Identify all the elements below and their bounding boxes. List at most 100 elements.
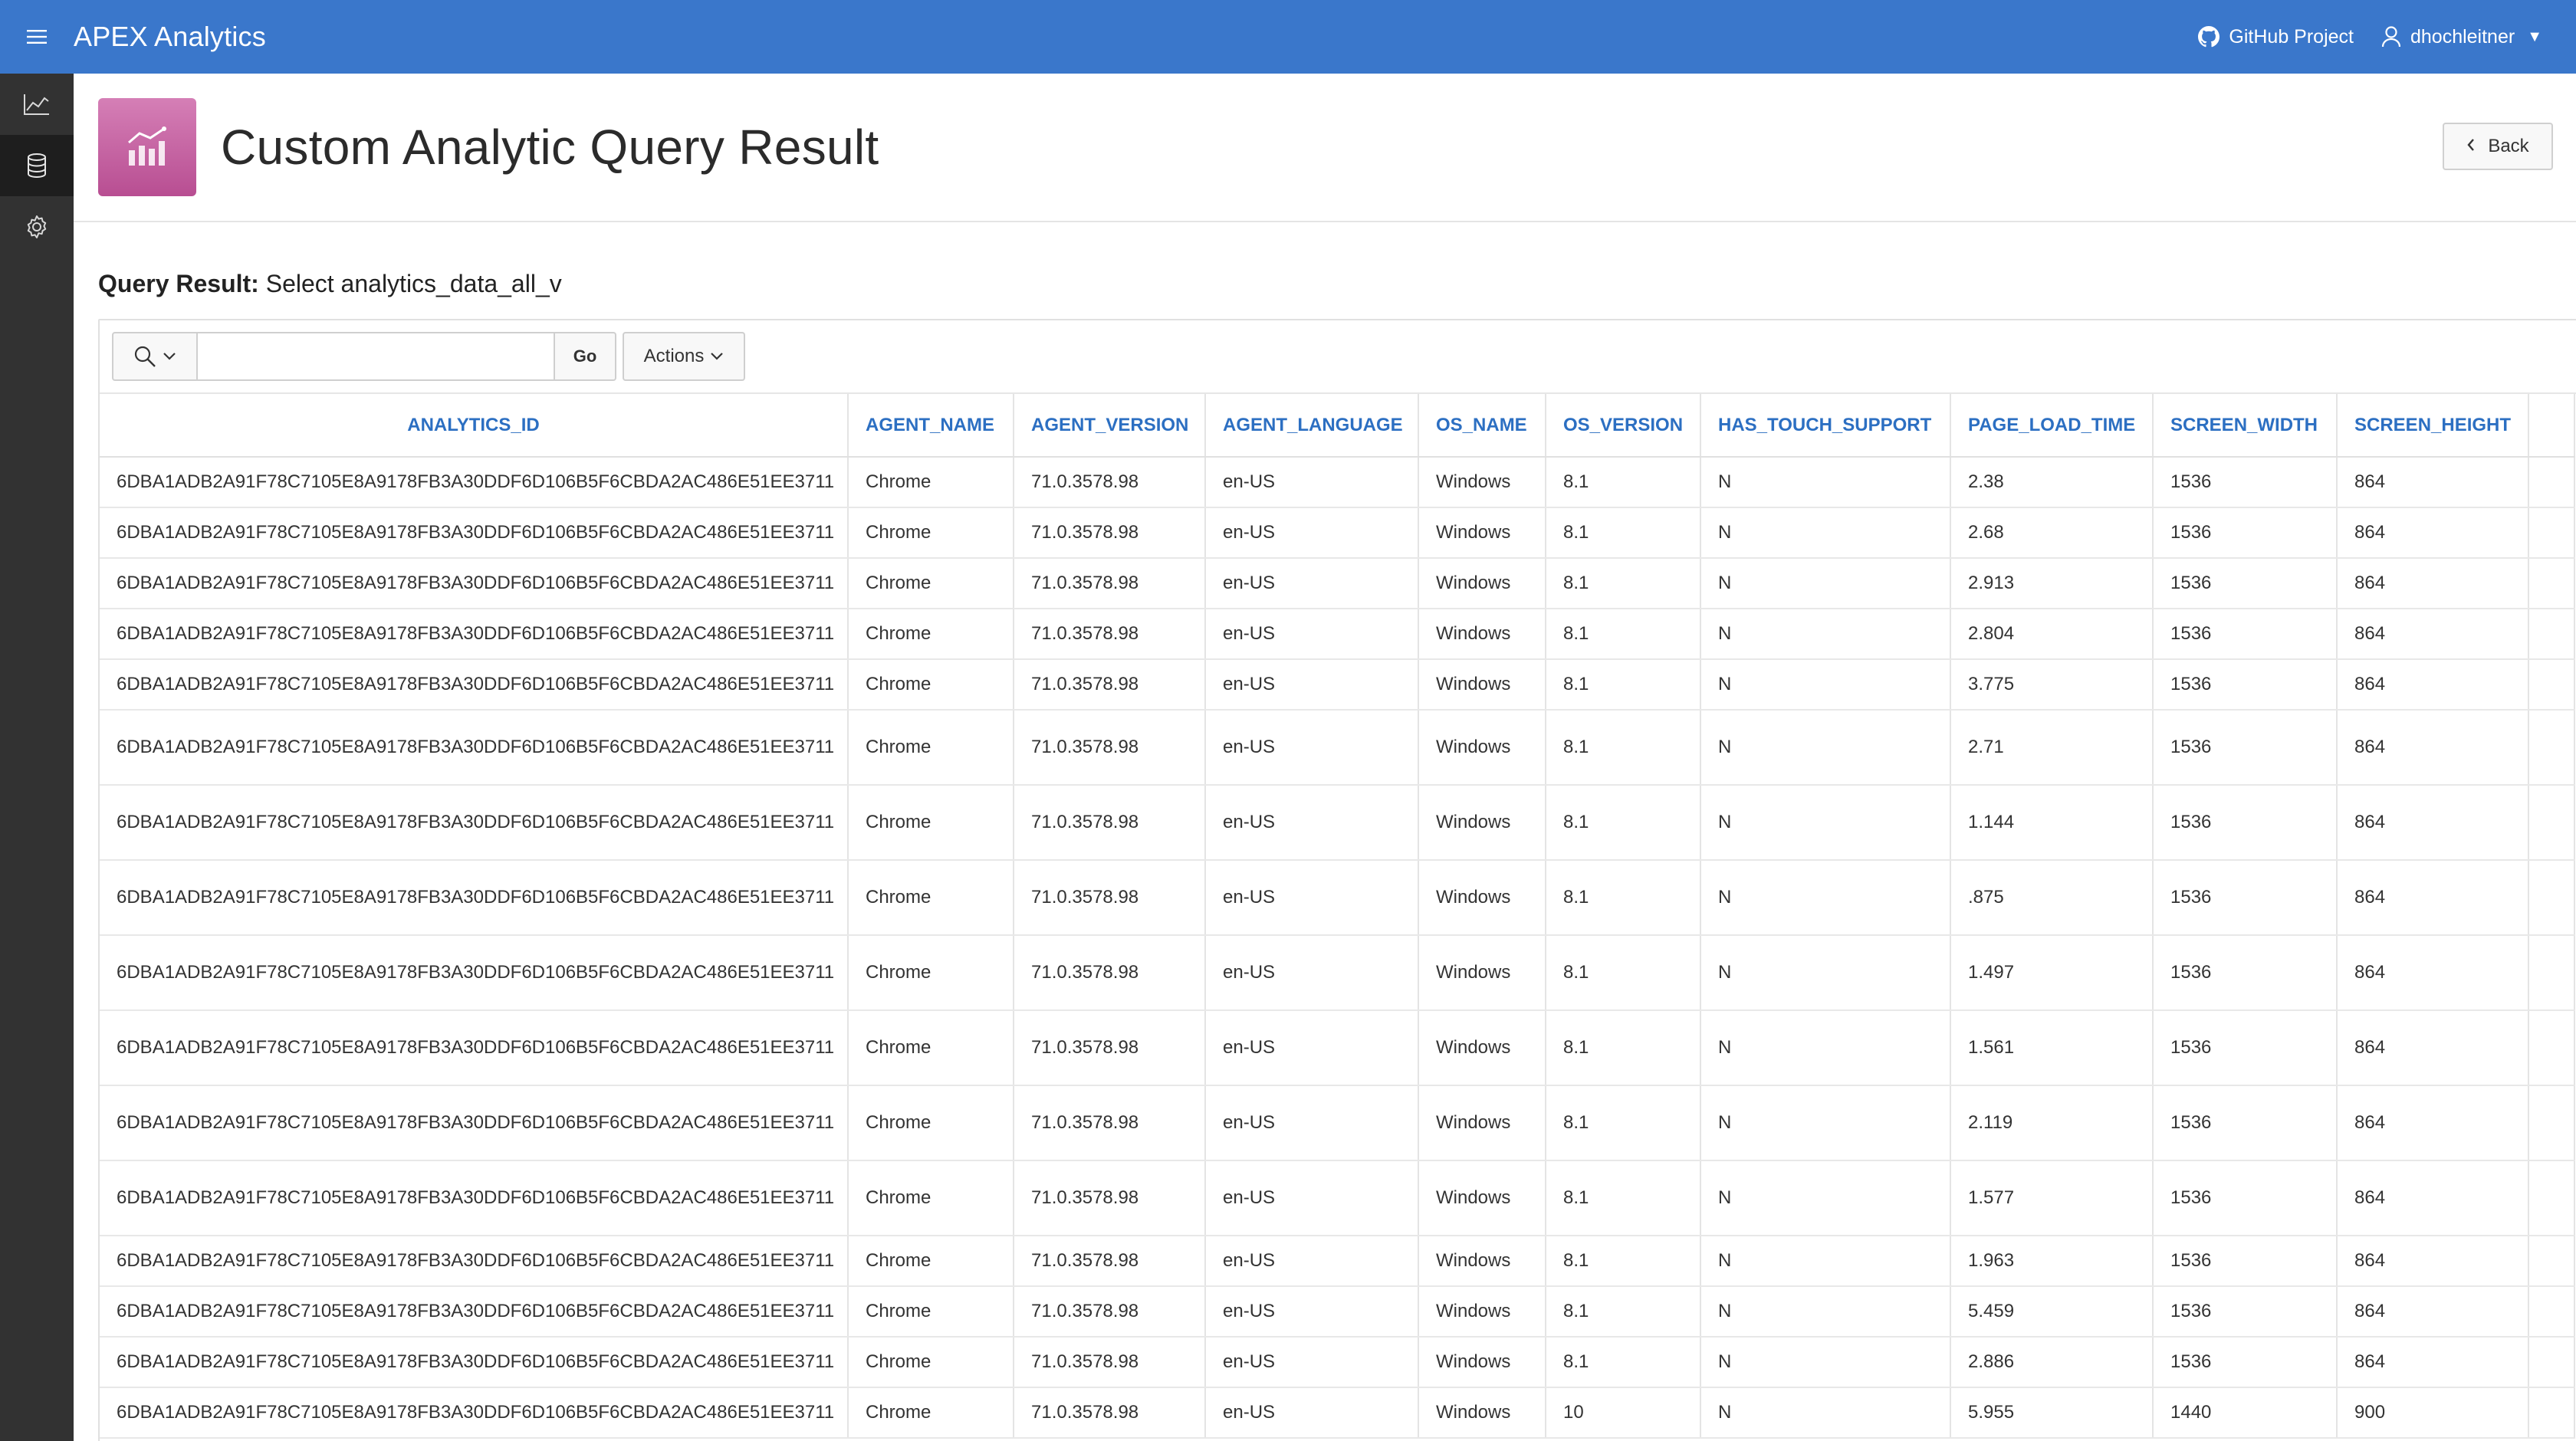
table-cell: 8.1 [1546, 935, 1701, 1011]
column-header[interactable]: OS_VERSION [1546, 394, 1701, 458]
column-header[interactable]: PAGE_LOAD_TIME [1950, 394, 2154, 458]
table-cell: 8.1 [1546, 659, 1701, 711]
table-cell: Chrome [848, 558, 1014, 609]
github-icon [2198, 26, 2220, 48]
table-cell: 864 [2337, 507, 2529, 559]
table-cell: 864 [2337, 1010, 2529, 1086]
table-cell: 2.913 [1950, 558, 2154, 609]
table-cell: en-US [1205, 1085, 1419, 1161]
column-header[interactable]: OS_NAME [1418, 394, 1546, 458]
table-cell: 71.0.3578.98 [1014, 659, 1206, 711]
table-cell: en-US [1205, 558, 1419, 609]
back-button-label: Back [2488, 136, 2529, 156]
table-cell: 864 [2337, 860, 2529, 936]
table-cell: Windows [1418, 609, 1546, 660]
table-cell: 1.963 [1950, 1236, 2154, 1287]
user-menu[interactable]: dhochleitner ▼ [2381, 26, 2542, 48]
table-cell-overflow [2528, 785, 2575, 861]
table-cell: 6DBA1ADB2A91F78C7105E8A9178FB3A30DDF6D10… [100, 1337, 849, 1388]
table-cell: Chrome [848, 785, 1014, 861]
column-header-overflow [2528, 394, 2575, 458]
table-cell: 71.0.3578.98 [1014, 1160, 1206, 1236]
table-cell: 71.0.3578.98 [1014, 457, 1206, 508]
app-title[interactable]: APEX Analytics [74, 21, 266, 53]
column-header[interactable]: ANALYTICS_ID [100, 394, 849, 458]
github-project-link[interactable]: GitHub Project [2198, 26, 2354, 48]
table-cell: 8.1 [1546, 1236, 1701, 1287]
table-cell: Windows [1418, 659, 1546, 711]
search-input[interactable] [198, 332, 555, 381]
table-cell: Windows [1418, 1236, 1546, 1287]
table-cell: 2.886 [1950, 1337, 2154, 1388]
table-cell: N [1700, 507, 1951, 559]
table-cell: 8.1 [1546, 609, 1701, 660]
search-icon [134, 346, 156, 367]
table-cell: en-US [1205, 935, 1419, 1011]
table-cell: 6DBA1ADB2A91F78C7105E8A9178FB3A30DDF6D10… [100, 935, 849, 1011]
table-cell: N [1700, 1286, 1951, 1338]
table-cell-overflow [2528, 1387, 2575, 1439]
region-title: Query Result: Select analytics_data_all_… [98, 270, 562, 298]
hamburger-menu-button[interactable] [0, 0, 74, 74]
table-cell: 8.1 [1546, 558, 1701, 609]
table-cell: N [1700, 1387, 1951, 1439]
table-cell-overflow [2528, 935, 2575, 1011]
back-button[interactable]: Back [2443, 123, 2553, 170]
sidebar-item-dashboard[interactable] [0, 74, 74, 135]
table-cell: 6DBA1ADB2A91F78C7105E8A9178FB3A30DDF6D10… [100, 609, 849, 660]
actions-label: Actions [643, 346, 705, 366]
table-cell-overflow [2528, 860, 2575, 936]
table-cell: Windows [1418, 935, 1546, 1011]
table-cell: 71.0.3578.98 [1014, 1387, 1206, 1439]
table-cell: Windows [1418, 710, 1546, 786]
table-cell: 71.0.3578.98 [1014, 1085, 1206, 1161]
sidebar-item-settings[interactable] [0, 196, 74, 258]
table-cell: Windows [1418, 1085, 1546, 1161]
table-cell-overflow [2528, 507, 2575, 559]
table-cell: en-US [1205, 1286, 1419, 1338]
table-cell: Chrome [848, 935, 1014, 1011]
table-cell: Chrome [848, 1387, 1014, 1439]
region-title-query: Select analytics_data_all_v [265, 270, 562, 297]
report-table: ANALYTICS_ID AGENT_NAME AGENT_VERSION AG… [100, 394, 2575, 1439]
table-cell: Windows [1418, 457, 1546, 508]
table-row: 6DBA1ADB2A91F78C7105E8A9178FB3A30DDF6D10… [100, 558, 2575, 609]
table-cell: 8.1 [1546, 860, 1701, 936]
table-cell: 8.1 [1546, 1286, 1701, 1338]
table-cell: 1536 [2153, 1286, 2338, 1338]
sidebar-item-data[interactable] [0, 135, 74, 196]
github-project-label: GitHub Project [2229, 25, 2354, 48]
table-cell: 1536 [2153, 558, 2338, 609]
table-cell: Chrome [848, 860, 1014, 936]
column-header[interactable]: AGENT_NAME [848, 394, 1014, 458]
table-cell: 1536 [2153, 1085, 2338, 1161]
table-cell: 2.38 [1950, 457, 2154, 508]
table-cell-overflow [2528, 457, 2575, 508]
table-cell: 71.0.3578.98 [1014, 1236, 1206, 1287]
search-column-selector[interactable] [112, 332, 198, 381]
column-header[interactable]: HAS_TOUCH_SUPPORT [1700, 394, 1951, 458]
table-cell: 6DBA1ADB2A91F78C7105E8A9178FB3A30DDF6D10… [100, 1160, 849, 1236]
table-cell: 864 [2337, 1160, 2529, 1236]
column-header[interactable]: SCREEN_HEIGHT [2337, 394, 2529, 458]
table-header-row: ANALYTICS_ID AGENT_NAME AGENT_VERSION AG… [100, 394, 2575, 458]
column-header[interactable]: AGENT_LANGUAGE [1205, 394, 1419, 458]
table-cell-overflow [2528, 1010, 2575, 1086]
table-cell-overflow [2528, 710, 2575, 786]
table-cell: Chrome [848, 1085, 1014, 1161]
table-cell: 8.1 [1546, 1160, 1701, 1236]
actions-menu-button[interactable]: Actions [623, 332, 745, 381]
table-cell: 1536 [2153, 457, 2338, 508]
column-header[interactable]: AGENT_VERSION [1014, 394, 1206, 458]
table-cell: N [1700, 659, 1951, 711]
chevron-down-icon [711, 353, 724, 360]
table-cell: 6DBA1ADB2A91F78C7105E8A9178FB3A30DDF6D10… [100, 1236, 849, 1287]
go-button[interactable]: Go [555, 332, 616, 381]
table-cell: N [1700, 860, 1951, 936]
table-cell: 6DBA1ADB2A91F78C7105E8A9178FB3A30DDF6D10… [100, 1010, 849, 1086]
column-header[interactable]: SCREEN_WIDTH [2153, 394, 2338, 458]
sidebar [0, 74, 74, 1441]
table-cell: 8.1 [1546, 785, 1701, 861]
bar-chart-icon [128, 126, 166, 166]
table-row: 6DBA1ADB2A91F78C7105E8A9178FB3A30DDF6D10… [100, 507, 2575, 559]
